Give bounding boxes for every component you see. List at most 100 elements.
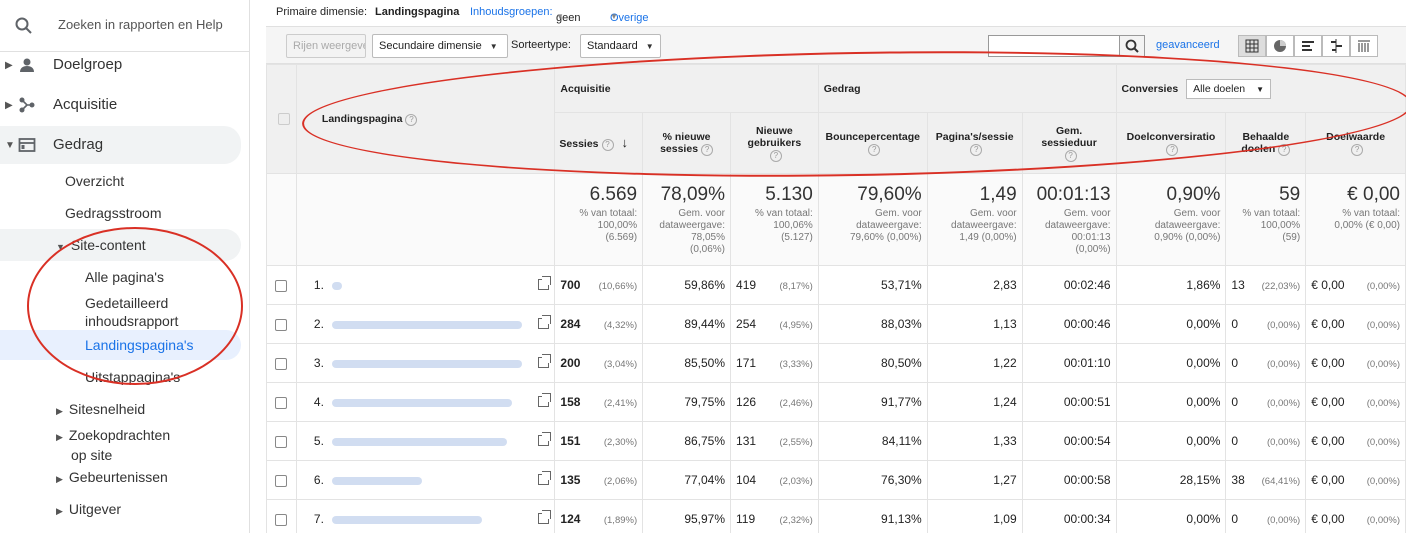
goal-select[interactable]: Alle doelen ▼ (1186, 78, 1271, 99)
nav-site-content[interactable]: ▼ Site-content (56, 237, 146, 253)
header-pct-nieuwe-sessies[interactable]: % nieuwe sessies? (642, 112, 732, 174)
blurred-page-url[interactable] (331, 398, 512, 407)
total-behaald: 59% van totaal: 100,00% (59) (1225, 173, 1307, 266)
row-checkbox[interactable] (275, 318, 288, 331)
caret-right-icon: ▶ (56, 406, 63, 416)
blurred-page-url[interactable] (331, 476, 422, 485)
header-paginas-sessie[interactable]: Pagina's/sessie? (926, 112, 1023, 174)
open-external-icon[interactable] (538, 276, 552, 290)
advanced-filter-link[interactable]: geavanceerd (1156, 39, 1220, 51)
view-performance-button[interactable] (1294, 35, 1322, 57)
sidebar-search[interactable]: Zoeken in rapporten en Help (0, 0, 250, 52)
blurred-page-url[interactable] (331, 281, 342, 290)
header-landingspagina[interactable]: Landingspagina? (295, 64, 556, 174)
total-doelwaarde: € 0,00% van totaal: 0,00% (€ 0,00) (1305, 173, 1406, 266)
table-row: 1. 700 (10,66%) 59,86% 419 (8,17%) 53,71% 2,83 0… (266, 265, 1406, 305)
plot-rows-button[interactable]: Rijen weergeven (286, 34, 366, 58)
row-landing-page-cell[interactable]: 6. (295, 460, 556, 500)
nav-uitgever[interactable]: ▶ Uitgever (56, 501, 121, 517)
row-landing-page-cell[interactable]: 7. (295, 499, 556, 533)
row-landing-page-cell[interactable]: 2. (295, 304, 556, 344)
header-sessieduur[interactable]: Gem. sessieduur? (1021, 112, 1117, 174)
nav-label: Site-content (70, 237, 146, 253)
content-groups-label[interactable]: Inhoudsgroepen: (470, 6, 553, 18)
row-checkbox[interactable] (275, 396, 288, 409)
cell-doelwaarde: € 0,00 (0,00%) (1305, 499, 1406, 533)
view-table-button[interactable] (1238, 35, 1266, 57)
secondary-dimension-dropdown[interactable]: Secundaire dimensie ▼ (372, 34, 508, 58)
nav-item-acquisitie[interactable]: ▶ Acquisitie (0, 88, 250, 122)
table-row: 5. 151 (2,30%) 86,75% 131 (2,55%) 84,11% 1,33 00… (266, 421, 1406, 461)
row-landing-page-cell[interactable]: 5. (295, 421, 556, 461)
nav-sitesnelheid[interactable]: ▶ Sitesnelheid (56, 401, 145, 417)
chevron-down-icon: ▼ (556, 12, 564, 21)
cell-doelconversie: 0,00% (1115, 499, 1227, 533)
cell-doelwaarde: € 0,00 (0,00%) (1305, 382, 1406, 422)
view-pie-button[interactable] (1266, 35, 1294, 57)
cell-bounce: 91,13% (817, 499, 928, 533)
primary-dimension-label: Primaire dimensie: (276, 6, 368, 18)
row-checkbox[interactable] (275, 357, 288, 370)
header-doelwaarde[interactable]: Doelwaarde? (1305, 112, 1406, 174)
open-external-icon[interactable] (538, 315, 552, 329)
header-nieuwe-gebruikers[interactable]: Nieuwe gebruikers? (730, 112, 819, 174)
row-checkbox[interactable] (275, 279, 288, 292)
nav-gebeurtenissen[interactable]: ▶ Gebeurtenissen (56, 469, 168, 485)
sort-type-dropdown[interactable]: Standaard ▼ (580, 34, 661, 58)
row-index: 2. (313, 317, 324, 331)
cell-sessies: 284 (4,32%) (554, 304, 644, 344)
table-filter-input[interactable] (988, 35, 1120, 57)
row-landing-page-cell[interactable]: 3. (295, 343, 556, 383)
open-external-icon[interactable] (538, 354, 552, 368)
nav-label: Gedrag (53, 136, 104, 153)
row-checkbox[interactable] (275, 474, 288, 487)
view-pivot-button[interactable] (1350, 35, 1378, 57)
cell-behaald: 0 (0,00%) (1225, 382, 1307, 422)
select-all-checkbox[interactable] (277, 113, 290, 126)
help-icon: ? (601, 139, 614, 151)
nav-uitstappaginas[interactable]: Uitstappagina's (85, 369, 180, 385)
nav-gedragsstroom[interactable]: Gedragsstroom (65, 205, 161, 221)
header-behaalde-doelen[interactable]: Behaalde doelen? (1225, 112, 1307, 174)
open-external-icon[interactable] (538, 393, 552, 407)
primary-dimension-value[interactable]: Landingspagina (375, 6, 459, 18)
help-icon: ? (1064, 149, 1077, 162)
filter-search-button[interactable] (1119, 35, 1145, 57)
help-icon: ? (405, 113, 418, 126)
cell-paginas: 1,09 (926, 499, 1023, 533)
nav-item-gedrag[interactable]: ▼ Gedrag (0, 126, 241, 164)
blurred-page-url[interactable] (331, 359, 522, 368)
grid-icon (1245, 39, 1259, 53)
nav-label-line2: inhoudsrapport (85, 313, 179, 329)
blurred-page-url[interactable] (331, 320, 522, 329)
table-row: 2. 284 (4,32%) 89,44% 254 (4,95%) 88,03% 1,13 00… (266, 304, 1406, 344)
blurred-page-url[interactable] (331, 437, 507, 446)
open-external-icon[interactable] (538, 432, 552, 446)
row-landing-page-cell[interactable]: 1. (295, 265, 556, 305)
open-external-icon[interactable] (538, 471, 552, 485)
open-external-icon[interactable] (538, 510, 552, 524)
nav-landingspaginas[interactable]: Landingspagina's (85, 337, 194, 353)
nav-zoekopdrachten[interactable]: ▶ Zoekopdrachten op site (56, 426, 170, 464)
view-comparison-button[interactable] (1322, 35, 1350, 57)
nav-alle-paginas[interactable]: Alle pagina's (85, 269, 164, 285)
header-doelconversie[interactable]: Doelconversiratio? (1115, 112, 1227, 174)
header-bouncepercentage[interactable]: Bouncepercentage? (817, 112, 928, 174)
chevron-down-icon: ▼ (610, 12, 618, 21)
row-checkbox-cell (266, 460, 297, 500)
data-table: Landingspagina? Acquisitie Gedrag Conver… (266, 64, 1406, 533)
nav-item-doelgroep[interactable]: ▶ Doelgroep (0, 48, 250, 82)
bar-list-icon (1302, 41, 1314, 51)
row-landing-page-cell[interactable]: 4. (295, 382, 556, 422)
cell-paginas: 1,27 (926, 460, 1023, 500)
group-acquisitie: Acquisitie (554, 64, 819, 113)
header-sessies[interactable]: Sessies? ↓ (554, 112, 644, 174)
row-checkbox[interactable] (275, 435, 288, 448)
nav-gedetailleerd-inhoudsrapport[interactable]: Gedetailleerd inhoudsrapport (85, 294, 178, 330)
nav-overzicht[interactable]: Overzicht (65, 173, 124, 189)
select-all-cell (266, 64, 297, 174)
cell-nieuwe-gebruikers: 131 (2,55%) (730, 421, 819, 461)
cell-doelwaarde: € 0,00 (0,00%) (1305, 421, 1406, 461)
blurred-page-url[interactable] (331, 515, 482, 524)
row-checkbox[interactable] (275, 513, 288, 526)
